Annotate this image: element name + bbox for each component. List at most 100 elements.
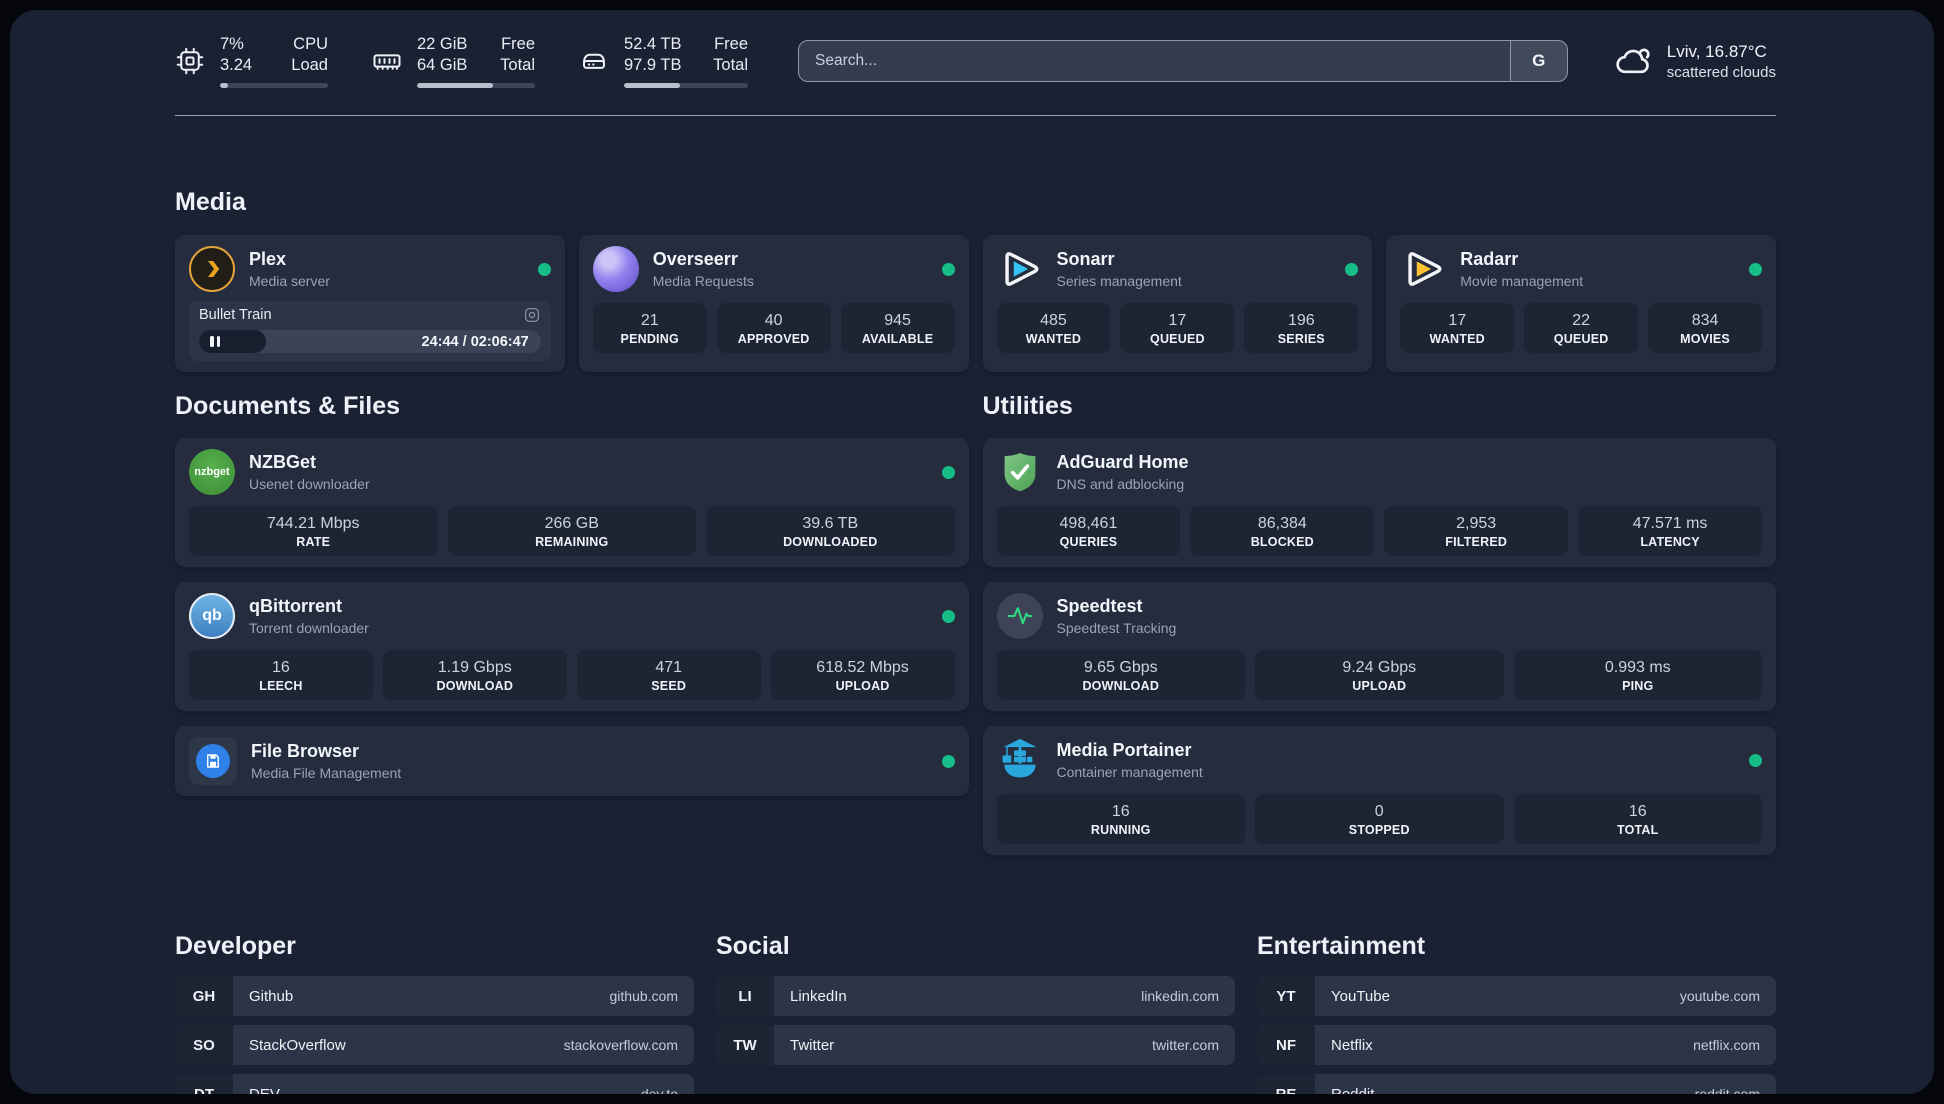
memory-free-value: 22 GiB	[417, 34, 468, 53]
stat-label: WANTED	[1429, 332, 1485, 346]
bookmark-abbr: RE	[1257, 1074, 1315, 1094]
filebrowser-icon	[189, 737, 237, 785]
status-dot	[1345, 262, 1359, 276]
app-description: Movie management	[1460, 273, 1584, 289]
stat-label: MOVIES	[1680, 332, 1730, 346]
disk-free-label: Free	[714, 34, 748, 53]
bookmark-row-youtube[interactable]: YT YouTube youtube.com	[1257, 976, 1776, 1016]
stat-label: DOWNLOAD	[436, 679, 514, 693]
cpu-usage-bar	[220, 83, 328, 89]
section-title-media: Media	[175, 188, 246, 216]
app-description: Container management	[1056, 764, 1203, 780]
app-name: Speedtest	[1056, 596, 1143, 616]
bookmark-abbr: YT	[1257, 976, 1315, 1016]
card-filebrowser[interactable]: File Browser Media File Management	[175, 726, 969, 796]
stat-value: 266 GB	[544, 515, 599, 532]
stat-label: QUEUED	[1553, 332, 1609, 346]
adguard-icon	[997, 449, 1043, 495]
stat-box: 16 LEECH	[189, 650, 373, 700]
stat-box: 471 SEED	[576, 650, 761, 700]
card-portainer[interactable]: Media Portainer Container management 16 R…	[982, 726, 1776, 855]
qbittorrent-icon: qb	[189, 593, 235, 639]
stat-value: 47.571 ms	[1632, 515, 1708, 532]
app-description: Torrent downloader	[249, 620, 369, 636]
card-radarr[interactable]: Radarr Movie management 17 WANTED 22 QUEUE…	[1386, 235, 1776, 372]
stat-label: RATE	[296, 535, 331, 549]
cpu-stat: 7% 3.24 CPU Load	[175, 34, 328, 89]
bookmark-row-stackoverflow[interactable]: SO StackOverflow stackoverflow.com	[175, 1025, 694, 1065]
stat-label: LATENCY	[1640, 535, 1700, 549]
bookmark-name: LinkedIn	[790, 987, 847, 1005]
topbar: 7% 3.24 CPU Load 22 GiB 64 GiB Free Total	[175, 30, 1776, 92]
cpu-load-label: Load	[291, 56, 328, 74]
stat-box: 196 SERIES	[1244, 303, 1359, 353]
status-dot	[941, 609, 955, 623]
bookmark-row-twitter[interactable]: TW Twitter twitter.com	[716, 1025, 1235, 1065]
search-engine-button[interactable]: G	[1509, 41, 1567, 81]
stat-label: AVAILABLE	[861, 332, 934, 346]
card-qbittorrent[interactable]: qb qBittorrent Torrent downloader 16 LEEC…	[175, 582, 969, 711]
stat-label: UPLOAD	[835, 679, 890, 693]
stat-value: 22	[1572, 312, 1591, 329]
bookmark-row-linkedin[interactable]: LI LinkedIn linkedin.com	[716, 976, 1235, 1016]
search-input[interactable]	[799, 41, 1510, 81]
sonarr-icon	[997, 246, 1043, 292]
disk-total-value: 97.9 TB	[624, 56, 682, 74]
bookmark-row-reddit[interactable]: RE Reddit reddit.com	[1257, 1074, 1776, 1094]
card-sonarr[interactable]: Sonarr Series management 485 WANTED 17 QUE…	[982, 235, 1373, 372]
stat-value: 17	[1168, 312, 1187, 329]
stat-label: FILTERED	[1445, 535, 1508, 549]
bookmark-name: StackOverflow	[249, 1036, 346, 1054]
stat-value: 0.993 ms	[1604, 659, 1671, 676]
stat-box: 9.24 Gbps UPLOAD	[1255, 650, 1504, 700]
pause-icon[interactable]	[210, 336, 214, 347]
stat-value: 2,953	[1456, 515, 1497, 532]
bookmark-name: DEV	[249, 1085, 280, 1095]
stat-box: 17 WANTED	[1400, 303, 1515, 353]
bookmark-row-netflix[interactable]: NF Netflix netflix.com	[1257, 1025, 1776, 1065]
disk-usage-bar	[624, 83, 748, 89]
stat-box: 40 APPROVED	[716, 303, 831, 353]
app-name: Radarr	[1460, 249, 1519, 269]
card-nzbget[interactable]: nzbget NZBGet Usenet downloader 744.21 M…	[175, 438, 969, 567]
stat-label: UPLOAD	[1352, 679, 1407, 693]
stat-label: STOPPED	[1348, 823, 1410, 837]
stat-box: 744.21 Mbps RATE	[189, 506, 438, 556]
card-overseerr[interactable]: Overseerr Media Requests 21 PENDING 40 APP…	[578, 235, 969, 372]
card-plex[interactable]: Plex Media server Bullet Train 24:44 / 0…	[175, 235, 565, 372]
app-name: AdGuard Home	[1056, 452, 1189, 472]
stat-box: 9.65 Gbps DOWNLOAD	[996, 650, 1245, 700]
cast-icon[interactable]	[523, 306, 541, 324]
stat-label: QUEUED	[1150, 332, 1205, 346]
card-adguard[interactable]: AdGuard Home DNS and adblocking 498,461 Q…	[982, 438, 1776, 567]
stat-label: PING	[1622, 679, 1654, 693]
bookmark-row-github[interactable]: GH Github github.com	[175, 976, 694, 1016]
playback-progress-bar[interactable]: 24:44 / 02:06:47	[199, 330, 541, 353]
memory-total-value: 64 GiB	[417, 56, 468, 74]
bookmark-abbr: SO	[175, 1025, 233, 1065]
bookmark-name: Twitter	[790, 1036, 835, 1054]
topbar-divider	[175, 115, 1776, 116]
stat-value: 196	[1287, 312, 1315, 329]
stat-label: WANTED	[1025, 332, 1082, 346]
bookmark-abbr: DT	[175, 1074, 233, 1094]
cpu-icon	[176, 47, 204, 75]
weather-widget: Lviv, 16.87°C scattered clouds	[1614, 41, 1776, 81]
stat-box: 834 MOVIES	[1648, 303, 1763, 353]
stat-value: 485	[1040, 312, 1067, 329]
status-dot	[537, 262, 551, 276]
dashboard-page: 7% 3.24 CPU Load 22 GiB 64 GiB Free Total	[10, 10, 1934, 1094]
playback-time: 24:44 / 02:06:47	[421, 333, 529, 350]
bookmark-section-social: Social LI LinkedIn linkedin.com TW Twitte…	[716, 932, 1235, 1094]
app-name: qBittorrent	[249, 596, 342, 616]
stat-value: 834	[1691, 312, 1719, 329]
stat-value: 39.6 TB	[802, 515, 859, 532]
speedtest-icon	[996, 593, 1043, 639]
disk-stat: 52.4 TB 97.9 TB Free Total	[579, 34, 748, 89]
bookmark-name: Github	[249, 987, 294, 1005]
bookmark-row-dev[interactable]: DT DEV dev.to	[175, 1074, 694, 1094]
card-speedtest[interactable]: Speedtest Speedtest Tracking 9.65 Gbps DO…	[982, 582, 1776, 711]
stat-box: 0 STOPPED	[1255, 794, 1504, 844]
bookmark-url: linkedin.com	[1141, 988, 1219, 1004]
bookmark-title-entertainment: Entertainment	[1257, 932, 1426, 960]
